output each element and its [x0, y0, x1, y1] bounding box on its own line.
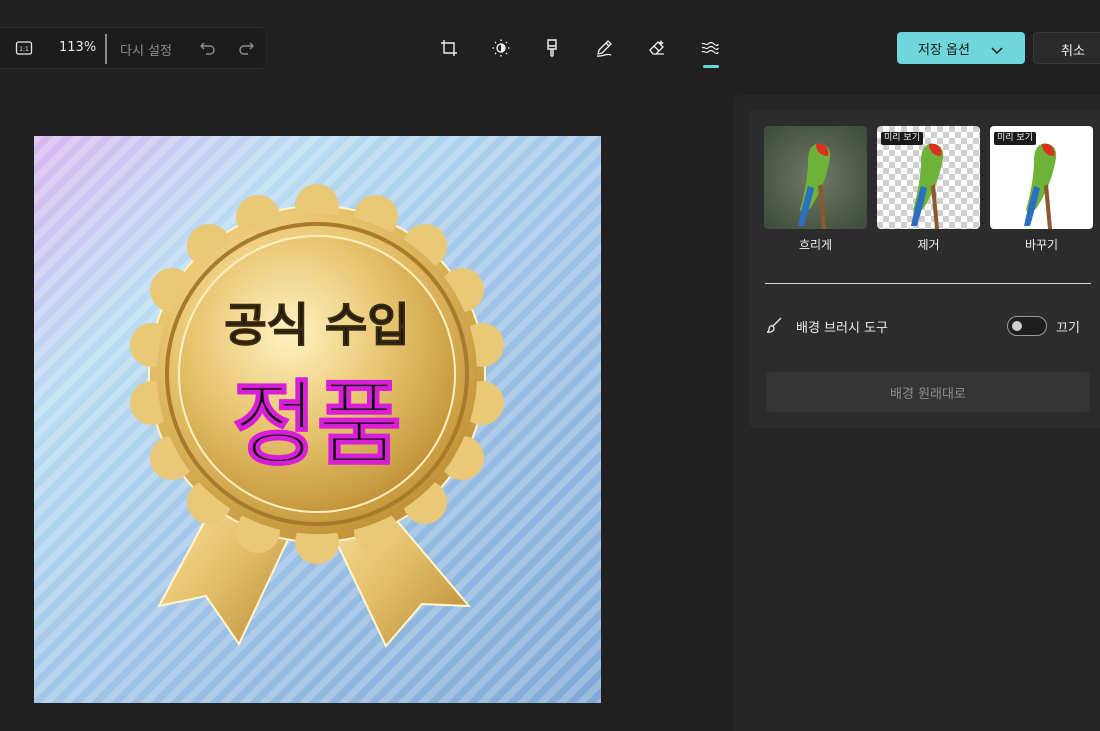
toggle-state-label: 끄기	[1056, 321, 1080, 336]
reset-button[interactable]: 다시 설정	[120, 40, 172, 59]
blur-option[interactable]	[764, 126, 867, 229]
remove-label: 제거	[917, 238, 940, 252]
filter-icon[interactable]	[542, 38, 562, 58]
save-options-label: 저장 옵션	[918, 43, 970, 58]
replace-option[interactable]: 미리 보기	[990, 126, 1093, 229]
background-icon[interactable]	[700, 38, 720, 58]
badge-line1: 공식 수입	[224, 298, 409, 352]
brightness-icon[interactable]	[491, 38, 511, 58]
badge-line2: 정품	[232, 371, 401, 478]
background-brush-toggle[interactable]	[1007, 316, 1047, 336]
restore-background-button[interactable]: 배경 원래대로	[766, 372, 1090, 412]
svg-text:1:1: 1:1	[19, 46, 29, 53]
preview-badge: 미리 보기	[994, 132, 1036, 145]
aspect-ratio-icon[interactable]: 1:1	[15, 40, 33, 56]
cancel-label: 취소	[1061, 44, 1085, 59]
replace-label: 바꾸기	[1024, 238, 1059, 252]
chevron-down-icon	[990, 42, 1004, 55]
markup-icon[interactable]	[594, 38, 614, 58]
edited-image[interactable]: 공식 수입 정품	[34, 136, 601, 703]
blur-label: 흐리게	[798, 238, 833, 252]
remove-option[interactable]: 미리 보기	[877, 126, 980, 229]
background-brush-label: 배경 브러시 도구	[796, 321, 888, 336]
zoom-toolbar: 1:1 113% 다시 설정	[0, 27, 267, 69]
toolbar-separator	[105, 34, 107, 64]
erase-icon[interactable]	[647, 38, 667, 58]
save-options-button[interactable]: 저장 옵션	[897, 32, 1025, 64]
zoom-level[interactable]: 113%	[59, 40, 96, 55]
panel-divider	[765, 283, 1091, 284]
toggle-knob	[1012, 321, 1022, 331]
crop-icon[interactable]	[439, 38, 459, 58]
restore-background-label: 배경 원래대로	[890, 387, 966, 402]
brush-icon	[766, 316, 784, 334]
active-tool-indicator	[703, 65, 719, 68]
redo-icon[interactable]	[237, 39, 255, 57]
cancel-button[interactable]: 취소	[1033, 32, 1100, 64]
preview-badge: 미리 보기	[881, 132, 923, 145]
undo-icon[interactable]	[199, 39, 217, 57]
